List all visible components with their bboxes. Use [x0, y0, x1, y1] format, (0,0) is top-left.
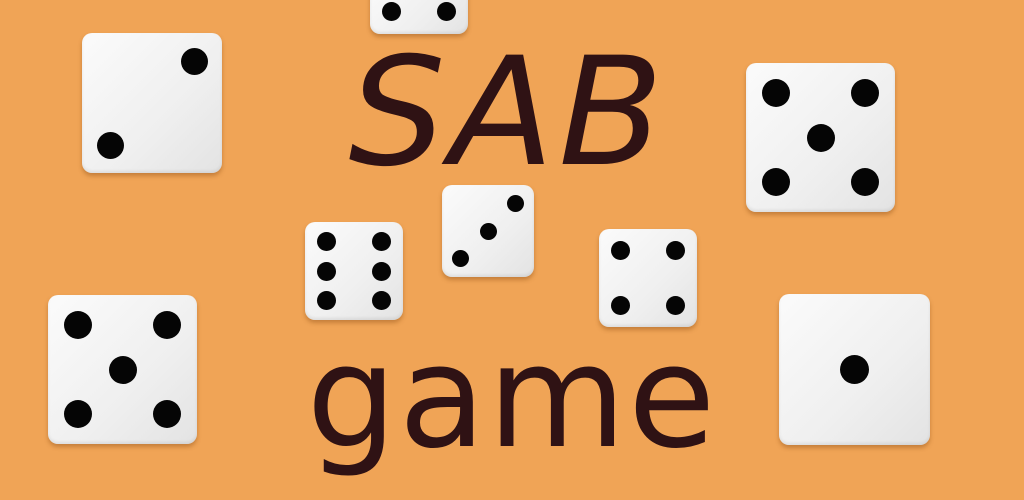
pip: [371, 232, 391, 252]
pip: [317, 290, 337, 310]
pip: [436, 2, 456, 22]
pip: [371, 261, 391, 281]
pip: [317, 232, 337, 252]
game-title-line1: SAB: [348, 26, 668, 200]
pip: [665, 241, 685, 261]
game-title-line2: game: [306, 315, 718, 480]
pip: [479, 222, 497, 240]
splash-screen: SAB game: [0, 0, 1024, 500]
pip: [371, 290, 391, 310]
pip: [611, 241, 631, 261]
pip: [665, 295, 685, 315]
pip: [451, 250, 469, 268]
die-center-right: [599, 229, 697, 327]
pip: [317, 261, 337, 281]
die-center-left: [305, 222, 403, 320]
pip: [611, 295, 631, 315]
pip: [382, 2, 402, 22]
